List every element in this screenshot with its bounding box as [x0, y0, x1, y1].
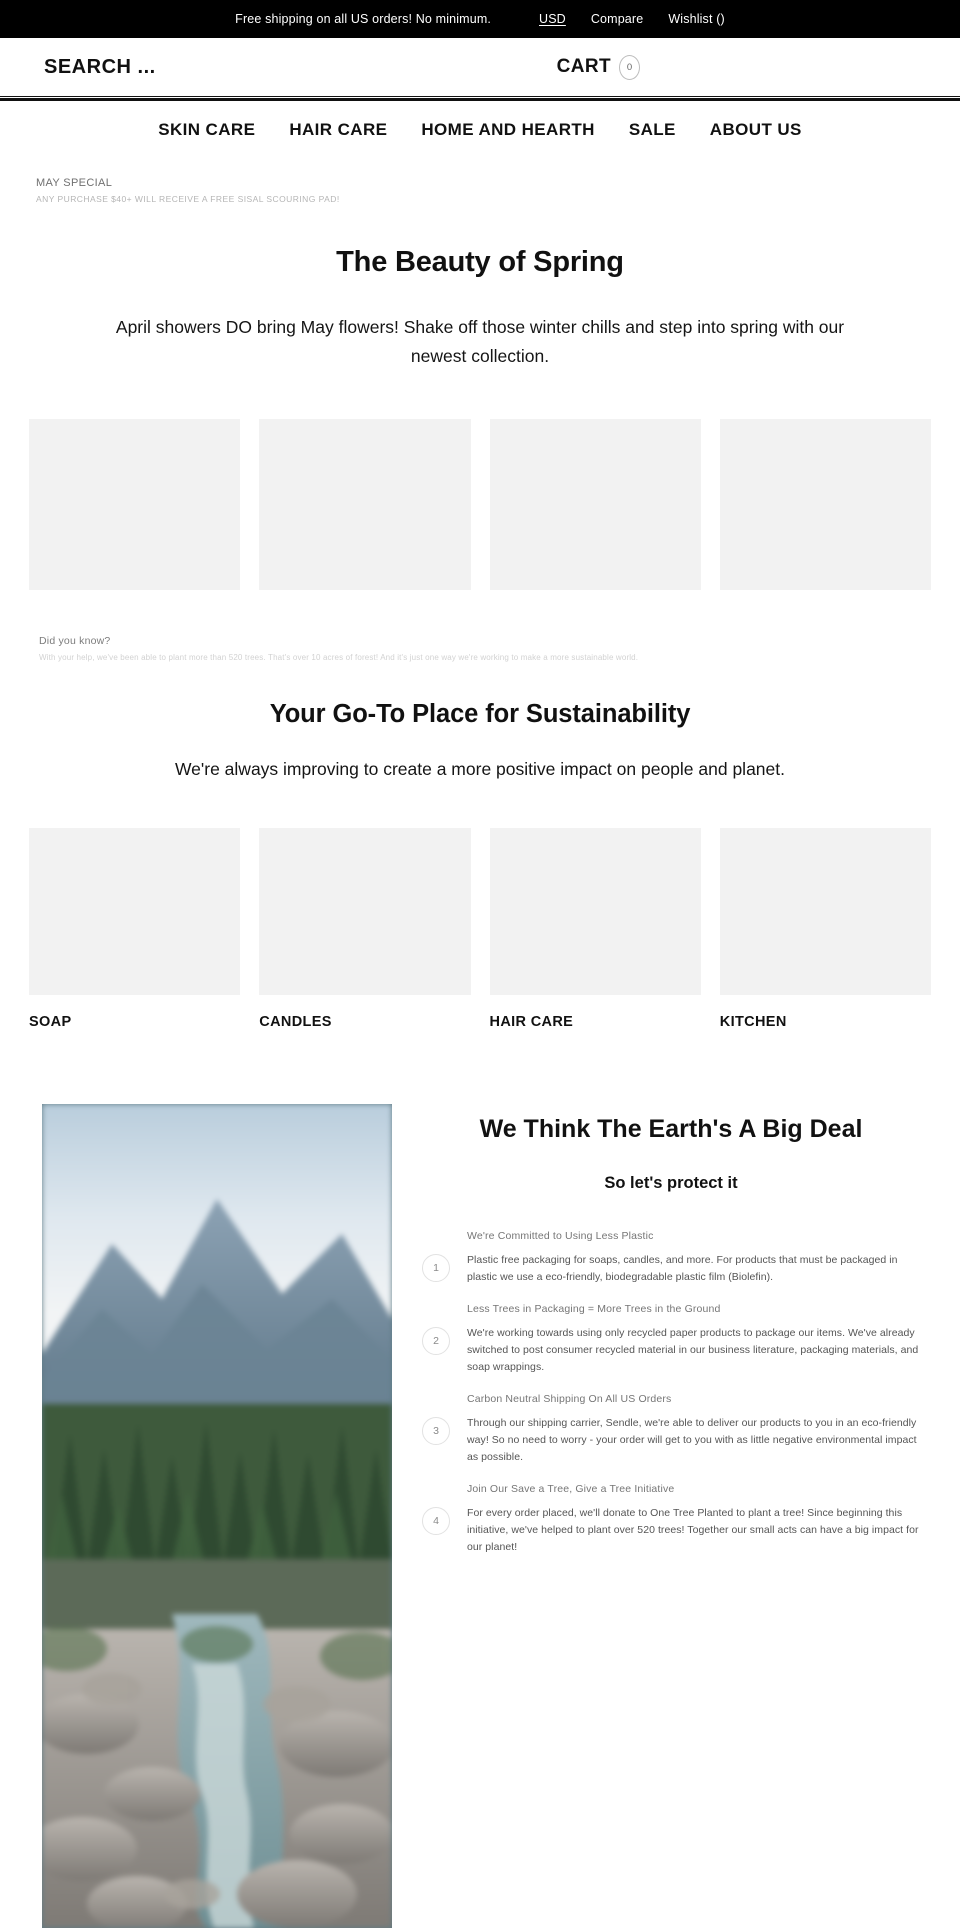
category-image-placeholder	[29, 827, 241, 995]
sustainability-section: Your Go-To Place for Sustainability We'r…	[0, 662, 960, 780]
featured-product-grid	[0, 418, 960, 590]
currency-selector[interactable]: USD	[539, 12, 566, 26]
commitment-list: 1 We're Committed to Using Less Plastic …	[422, 1230, 920, 1556]
hero-paragraph: April showers DO bring May flowers! Shak…	[115, 317, 845, 366]
category-card-candles[interactable]: CANDLES	[259, 827, 471, 1030]
nav-item-hair-care[interactable]: HAIR CARE	[289, 120, 387, 140]
announcement-message: Free shipping on all US orders! No minim…	[235, 12, 492, 26]
step-title: Less Trees in Packaging = More Trees in …	[467, 1303, 721, 1316]
product-image-placeholder[interactable]	[489, 418, 701, 590]
step-content: Carbon Neutral Shipping On All US Orders…	[467, 1393, 920, 1466]
announcement-bar: Free shipping on all US orders! No minim…	[0, 0, 960, 38]
fact-title: Did you know?	[39, 634, 111, 647]
cart-button[interactable]: CART 0	[556, 54, 640, 80]
step-number-badge: 1	[422, 1254, 450, 1283]
compare-link[interactable]: Compare	[591, 12, 643, 26]
earth-subheading: So let's protect it	[604, 1174, 738, 1193]
category-card-kitchen[interactable]: KITCHEN	[719, 827, 931, 1030]
category-card-soap[interactable]: SOAP	[29, 827, 241, 1030]
nav-item-sale[interactable]: SALE	[629, 120, 676, 140]
product-image-placeholder[interactable]	[719, 418, 931, 590]
search-input[interactable]	[44, 55, 424, 79]
nav-item-about-us[interactable]: ABOUT US	[710, 120, 802, 140]
earth-heading: We Think The Earth's A Big Deal	[479, 1114, 863, 1143]
step-number-badge: 4	[422, 1507, 450, 1536]
product-image-placeholder[interactable]	[29, 418, 241, 590]
step-title: We're Committed to Using Less Plastic	[467, 1230, 654, 1243]
step-content: Less Trees in Packaging = More Trees in …	[467, 1303, 920, 1376]
category-label: KITCHEN	[719, 1013, 787, 1030]
utility-links: USD Compare Wishlist ()	[539, 12, 725, 26]
category-image-placeholder	[719, 827, 931, 995]
promo-subtitle: ANY PURCHASE $40+ WILL RECEIVE A FREE SI…	[36, 194, 340, 204]
wishlist-link[interactable]: Wishlist ()	[668, 12, 725, 26]
hero-section: The Beauty of Spring April showers DO br…	[0, 204, 960, 371]
promo-title: MAY SPECIAL	[36, 177, 113, 189]
list-item: 2 Less Trees in Packaging = More Trees i…	[422, 1303, 920, 1376]
category-image-placeholder	[489, 827, 701, 995]
step-content: Join Our Save a Tree, Give a Tree Initia…	[467, 1483, 920, 1556]
category-card-hair-care[interactable]: HAIR CARE	[489, 827, 701, 1030]
step-number-badge: 2	[422, 1327, 450, 1356]
category-label: HAIR CARE	[489, 1013, 574, 1030]
product-image-placeholder[interactable]	[259, 418, 471, 590]
hero-heading: The Beauty of Spring	[336, 246, 624, 278]
step-description: For every order placed, we'll donate to …	[467, 1507, 919, 1554]
fact-block: Did you know? With your help, we've been…	[0, 590, 960, 662]
promo-banner: MAY SPECIAL ANY PURCHASE $40+ WILL RECEI…	[0, 159, 960, 204]
sustainability-subheading: We're always improving to create a more …	[174, 758, 785, 779]
earth-content: We Think The Earth's A Big Deal So let's…	[422, 1104, 920, 1928]
list-item: 3 Carbon Neutral Shipping On All US Orde…	[422, 1393, 920, 1466]
site-header: CART 0	[0, 38, 960, 96]
nature-photo	[42, 1103, 392, 1928]
step-description: Plastic free packaging for soaps, candle…	[467, 1254, 898, 1284]
nature-photo-illustration	[42, 1103, 392, 1928]
list-item: 4 Join Our Save a Tree, Give a Tree Init…	[422, 1483, 920, 1556]
fact-text: With your help, we've been able to plant…	[39, 652, 639, 662]
step-title: Join Our Save a Tree, Give a Tree Initia…	[467, 1483, 675, 1496]
category-grid: SOAP CANDLES HAIR CARE KITCHEN	[0, 827, 960, 1030]
step-number-badge: 3	[422, 1417, 450, 1446]
earth-section: We Think The Earth's A Big Deal So let's…	[0, 1103, 960, 1928]
main-navigation: SKIN CARE HAIR CARE HOME AND HEARTH SALE…	[0, 101, 960, 159]
nav-item-skin-care[interactable]: SKIN CARE	[158, 120, 255, 140]
step-description: We're working towards using only recycle…	[467, 1327, 919, 1374]
nav-item-home-and-hearth[interactable]: HOME AND HEARTH	[421, 120, 594, 140]
cart-count-badge: 0	[619, 54, 640, 80]
category-label: CANDLES	[259, 1013, 332, 1030]
sustainability-heading: Your Go-To Place for Sustainability	[269, 699, 691, 728]
category-label: SOAP	[29, 1013, 72, 1030]
step-title: Carbon Neutral Shipping On All US Orders	[467, 1393, 672, 1406]
list-item: 1 We're Committed to Using Less Plastic …	[422, 1230, 920, 1286]
cart-label: CART	[556, 56, 611, 77]
step-description: Through our shipping carrier, Sendle, we…	[467, 1417, 917, 1464]
step-content: We're Committed to Using Less Plastic Pl…	[467, 1230, 920, 1286]
category-image-placeholder	[259, 827, 471, 995]
